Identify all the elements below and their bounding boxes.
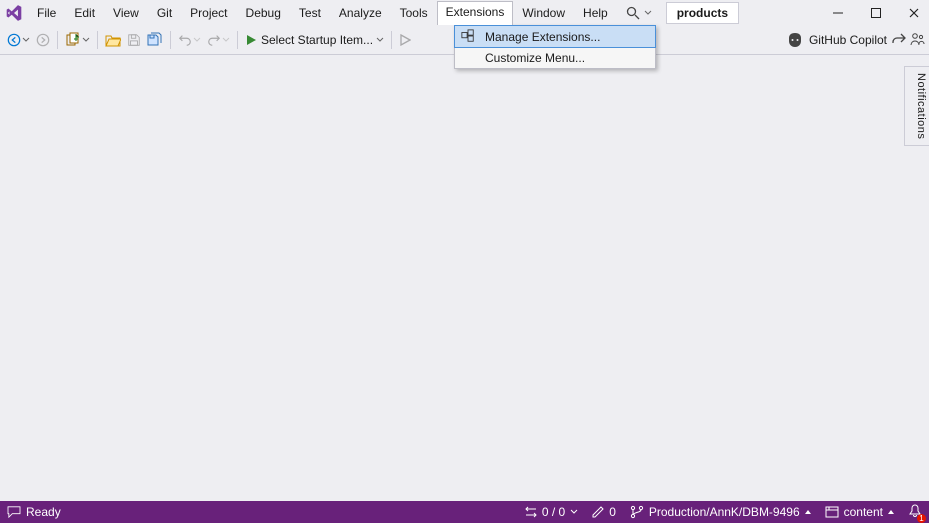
menu-view[interactable]: View	[104, 2, 148, 24]
nav-back-button[interactable]	[4, 29, 33, 51]
menu-tools[interactable]: Tools	[391, 2, 437, 24]
menu-file[interactable]: File	[28, 2, 65, 24]
menu-window[interactable]: Window	[513, 2, 574, 24]
github-copilot-button[interactable]: GitHub Copilot	[787, 26, 887, 54]
nav-forward-button[interactable]	[33, 29, 53, 51]
start-without-debug-button[interactable]	[396, 29, 414, 51]
menu-help[interactable]: Help	[574, 2, 617, 24]
live-share-button[interactable]	[909, 31, 925, 50]
menu-customize-menu[interactable]: Customize Menu...	[455, 47, 655, 68]
save-button[interactable]	[124, 29, 144, 51]
menu-manage-extensions-label: Manage Extensions...	[485, 30, 600, 44]
status-ready[interactable]: Ready	[0, 501, 68, 523]
editor-area	[0, 55, 929, 501]
undo-button[interactable]	[175, 29, 204, 51]
redo-button[interactable]	[204, 29, 233, 51]
solution-name[interactable]: products	[666, 2, 739, 24]
startup-item-label: Select Startup Item...	[261, 33, 373, 47]
branch-icon	[630, 505, 644, 519]
menu-analyze[interactable]: Analyze	[330, 2, 391, 24]
chat-icon	[7, 506, 21, 518]
vs-logo-icon	[0, 4, 28, 22]
save-all-button[interactable]	[144, 29, 166, 51]
menu-extensions[interactable]: Extensions	[437, 1, 514, 25]
status-repo[interactable]: content	[818, 501, 901, 523]
repo-icon	[825, 505, 839, 519]
bell-icon	[908, 504, 922, 521]
maximize-button[interactable]	[867, 4, 885, 22]
share-button[interactable]	[891, 31, 907, 50]
menu-project[interactable]: Project	[181, 2, 236, 24]
status-repo-label: content	[844, 505, 883, 519]
pencil-icon	[592, 506, 604, 518]
chevron-down-icon	[570, 508, 578, 516]
status-notifications[interactable]	[901, 501, 929, 523]
minimize-button[interactable]	[829, 4, 847, 22]
arrows-icon	[525, 506, 537, 518]
status-errors[interactable]: 0 / 0	[518, 501, 585, 523]
menu-test[interactable]: Test	[290, 2, 330, 24]
chevron-up-icon	[888, 510, 894, 514]
status-branch[interactable]: Production/AnnK/DBM-9496	[623, 501, 818, 523]
menu-manage-extensions[interactable]: Manage Extensions...	[454, 25, 656, 48]
search-dropdown-icon[interactable]	[644, 9, 652, 17]
status-errors-label: 0 / 0	[542, 505, 565, 519]
extensions-dropdown: Manage Extensions... Customize Menu...	[454, 25, 656, 69]
search-icon[interactable]	[625, 5, 641, 21]
menu-git[interactable]: Git	[148, 2, 181, 24]
start-debug-button[interactable]: Select Startup Item...	[242, 29, 387, 51]
new-item-button[interactable]	[62, 29, 93, 51]
notifications-tab[interactable]: Notifications	[904, 66, 929, 146]
copilot-icon	[787, 32, 803, 48]
menu-customize-menu-label: Customize Menu...	[485, 51, 585, 65]
chevron-up-icon	[805, 510, 811, 514]
status-branch-label: Production/AnnK/DBM-9496	[649, 505, 800, 519]
menu-bar: File Edit View Git Project Debug Test An…	[28, 0, 617, 26]
status-bar: Ready 0 / 0 0 Production/AnnK/DBM-9496 c…	[0, 501, 929, 523]
extensions-icon	[461, 29, 475, 46]
menu-debug[interactable]: Debug	[237, 2, 290, 24]
status-edits[interactable]: 0	[585, 501, 623, 523]
open-file-button[interactable]	[102, 29, 124, 51]
status-edits-label: 0	[609, 505, 616, 519]
close-button[interactable]	[905, 4, 923, 22]
menu-edit[interactable]: Edit	[65, 2, 104, 24]
copilot-label: GitHub Copilot	[809, 33, 887, 47]
status-ready-label: Ready	[26, 505, 61, 519]
